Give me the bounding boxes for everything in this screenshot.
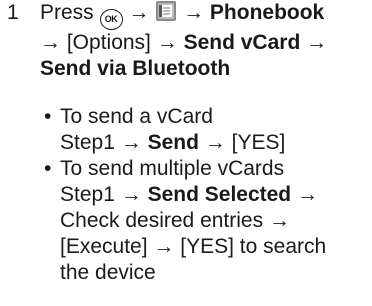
phonebook-label: Phonebook [209,1,325,24]
bullet: • [44,157,52,180]
yes-label: [YES] [231,131,286,154]
sub-step-title: To send a vCard [60,105,213,128]
arrow: → [183,1,205,24]
execute-label: [Execute] [60,235,148,258]
sub-step-title: To send multiple vCards [60,157,285,180]
device-text: the device [60,261,156,284]
send-via-bluetooth-label: Send via Bluetooth [40,57,231,80]
step-instruction: Press OK → → Phonebook → [Options] → Sen… [40,0,370,82]
arrow: → [153,235,175,258]
line-2: → [Options] → Send vCard → [40,30,370,56]
sub-steps: • To send a vCard Step1 → Send → [YES] •… [40,104,370,286]
sub-step-single: • To send a vCard Step1 → Send → [YES] [40,104,370,156]
phonebook-icon [156,1,177,21]
arrow: → [296,183,318,206]
arrow: → [120,183,142,206]
sub-step-line: Step1 → Send Selected → [60,182,370,208]
press-text: Press [40,1,94,24]
line-3: Send via Bluetooth [40,56,370,82]
sub-step-line: [Execute] → [YES] to search [60,234,370,260]
check-entries-text: Check desired entries [60,209,264,232]
arrow: → [40,31,61,54]
options-label: [Options] [66,31,151,54]
arrow: → [306,31,328,54]
line-1: Press OK → → Phonebook [40,0,370,30]
sub-step-line: Check desired entries → [60,208,370,234]
send-vcard-label: Send vCard [183,31,301,54]
step-number: 1 [7,1,19,24]
send-selected-label: Send Selected [147,183,292,206]
arrow: → [268,209,290,232]
search-text: to search [239,235,327,258]
bullet: • [44,105,52,128]
step-ref: Step1 [60,131,115,154]
instruction-page: 1 Press OK → → Phonebook → [Options] → S… [0,0,372,306]
sub-step-multiple: • To send multiple vCards Step1 → Send S… [40,156,370,286]
arrow: → [128,1,150,24]
arrow: → [204,131,226,154]
step-ref: Step1 [60,183,115,206]
send-label: Send [147,131,199,154]
arrow: → [120,131,142,154]
yes-label: [YES] [180,235,234,258]
ok-key-icon: OK [99,9,123,30]
sub-step-line: Step1 → Send → [YES] [60,130,370,156]
arrow: → [156,31,178,54]
